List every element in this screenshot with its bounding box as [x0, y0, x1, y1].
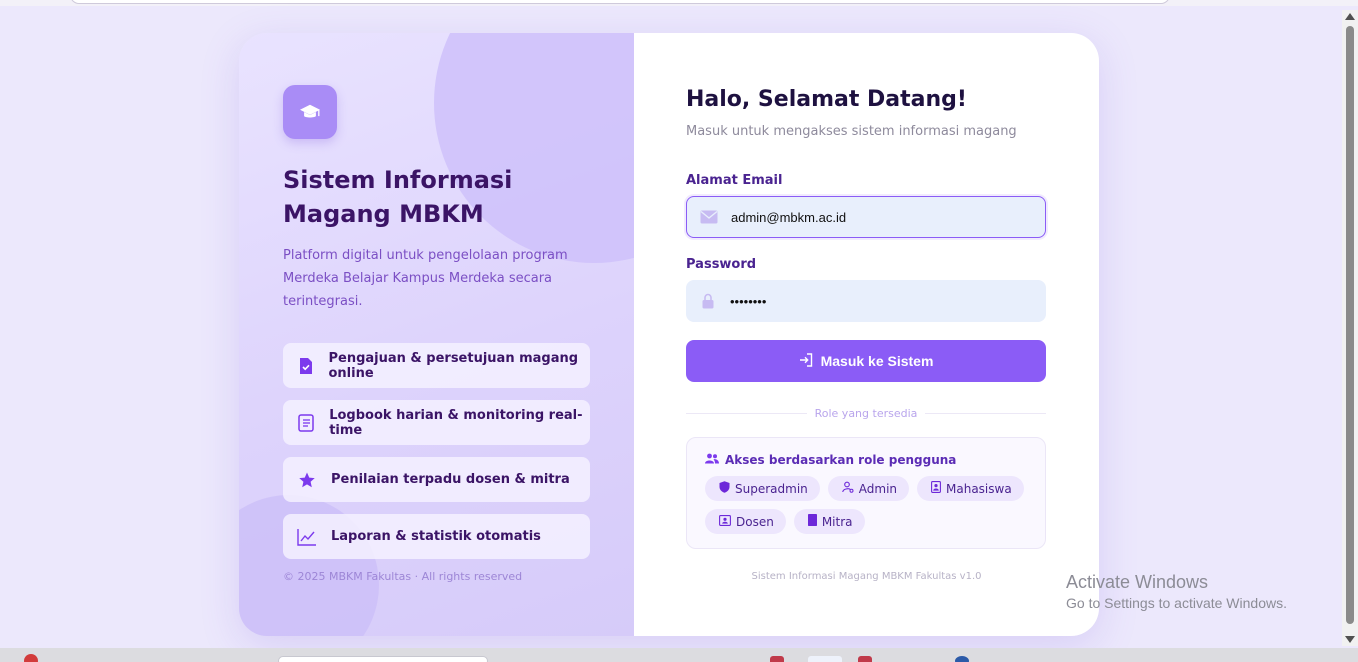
roles-panel: Akses berdasarkan role pengguna Superadm…: [686, 437, 1046, 549]
scrollbar-thumb[interactable]: [1346, 26, 1354, 624]
login-submit-label: Masuk ke Sistem: [820, 353, 934, 369]
divider-line: [925, 412, 1046, 414]
feature-label: Laporan & statistik otomatis: [331, 529, 541, 544]
version-footer: Sistem Informasi Magang MBKM Fakultas v1…: [751, 571, 982, 582]
taskbar-app-icon[interactable]: [770, 656, 784, 662]
scroll-up-arrow-icon[interactable]: [1345, 13, 1355, 20]
watermark-line-2: Go to Settings to activate Windows.: [1066, 595, 1287, 611]
envelope-icon: [687, 210, 731, 224]
welcome-title: Halo, Selamat Datang!: [686, 87, 967, 112]
roles-divider: Role yang tersedia: [686, 406, 1046, 420]
taskbar-app-icon[interactable]: [955, 656, 969, 662]
role-label: Admin: [858, 481, 898, 496]
password-field[interactable]: [730, 293, 1020, 309]
roles-list: Superadmin Admin Mahasiswa Dosen Mitra: [705, 476, 1025, 534]
id-card-icon: [719, 514, 731, 529]
page-scrollbar[interactable]: [1342, 10, 1358, 646]
star-icon: [297, 470, 317, 490]
taskbar: [0, 648, 1358, 662]
users-icon: [705, 453, 719, 467]
feature-item: Logbook harian & monitoring real-time: [283, 400, 590, 445]
email-field-wrapper[interactable]: [686, 196, 1046, 238]
notification-icon[interactable]: [24, 654, 38, 662]
role-chip-mitra: Mitra: [793, 509, 865, 534]
feature-label: Pengajuan & persetujuan magang online: [328, 350, 579, 381]
roles-heading-text: Akses berdasarkan role pengguna: [725, 453, 957, 467]
role-label: Mitra: [821, 514, 853, 529]
feature-label: Logbook harian & monitoring real-time: [329, 407, 583, 438]
file-check-icon: [297, 356, 314, 376]
graduation-cap-icon: [283, 85, 337, 139]
roles-heading: Akses berdasarkan role pengguna: [705, 453, 956, 467]
brand-description: Platform digital untuk pengelolaan progr…: [283, 248, 568, 309]
building-icon: [807, 514, 817, 529]
login-form-panel: Halo, Selamat Datang! Masuk untuk mengak…: [634, 33, 1099, 636]
taskbar-app-icon[interactable]: [808, 656, 842, 662]
welcome-subtitle: Masuk untuk mengakses sistem informasi m…: [686, 124, 1017, 139]
feature-label: Penilaian terpadu dosen & mitra: [331, 472, 570, 487]
feature-list: Pengajuan & persetujuan magang online Lo…: [283, 343, 590, 571]
windows-activation-watermark: Activate Windows Go to Settings to activ…: [1066, 572, 1287, 611]
scroll-down-arrow-icon[interactable]: [1345, 636, 1355, 643]
role-chip-admin: Admin: [827, 476, 910, 501]
password-label: Password: [686, 257, 757, 272]
role-label: Dosen: [736, 514, 774, 529]
address-bar[interactable]: [70, 0, 1170, 4]
id-badge-icon: [931, 481, 941, 496]
roles-divider-text: Role yang tersedia: [814, 406, 918, 420]
user-gear-icon: [842, 481, 854, 496]
email-field[interactable]: [731, 209, 1021, 225]
brand-title: Sistem Informasi Magang MBKM: [283, 166, 513, 228]
feature-item: Penilaian terpadu dosen & mitra: [283, 457, 590, 502]
copyright-text: © 2025 MBKM Fakultas · All rights reserv…: [283, 570, 523, 583]
logbook-icon: [297, 413, 315, 433]
sign-in-icon: [799, 352, 813, 370]
role-chip-superadmin: Superadmin: [705, 476, 820, 501]
password-field-wrapper[interactable]: [686, 280, 1046, 322]
login-card: Sistem Informasi Magang MBKM Platform di…: [239, 33, 1099, 636]
taskbar-search-box[interactable]: [278, 656, 488, 662]
role-label: Superadmin: [735, 481, 808, 496]
role-label: Mahasiswa: [946, 481, 1012, 496]
divider-line: [686, 412, 807, 414]
feature-item: Laporan & statistik otomatis: [283, 514, 590, 559]
taskbar-app-icon[interactable]: [858, 656, 872, 662]
feature-item: Pengajuan & persetujuan magang online: [283, 343, 590, 388]
login-submit-button[interactable]: Masuk ke Sistem: [686, 340, 1046, 382]
brand-panel: Sistem Informasi Magang MBKM Platform di…: [239, 33, 634, 636]
email-label: Alamat Email: [686, 173, 783, 188]
shield-icon: [719, 481, 730, 496]
role-chip-dosen: Dosen: [705, 509, 786, 534]
watermark-line-1: Activate Windows: [1066, 572, 1209, 592]
browser-top-strip: [0, 0, 1358, 6]
chart-line-icon: [297, 527, 317, 547]
lock-icon: [686, 293, 730, 309]
role-chip-mahasiswa: Mahasiswa: [917, 476, 1024, 501]
